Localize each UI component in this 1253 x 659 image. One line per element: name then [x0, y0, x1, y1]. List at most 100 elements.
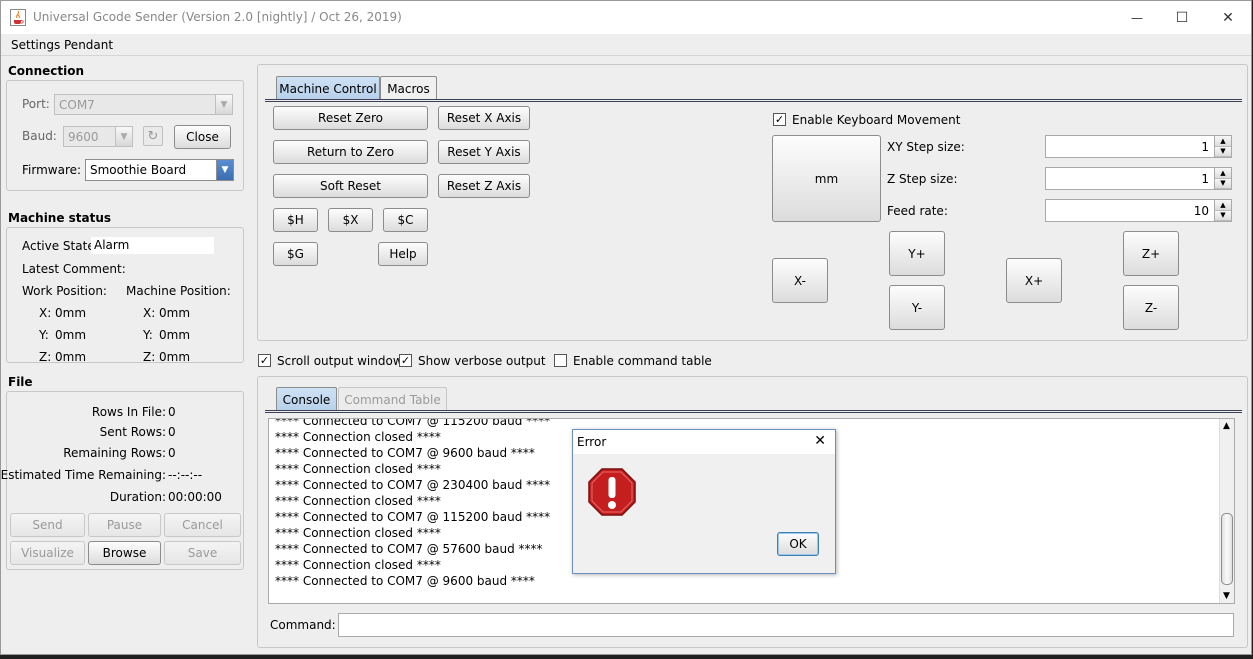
- dialog-title-bar: Error ✕: [573, 430, 835, 454]
- port-value: COM7: [59, 98, 95, 112]
- spinner-down-icon[interactable]: ▼: [1215, 178, 1231, 189]
- enable-keyboard-label: Enable Keyboard Movement: [792, 113, 961, 127]
- console-line: **** Connection closed ****: [275, 526, 441, 540]
- browse-button[interactable]: Browse: [88, 541, 161, 565]
- machine-status-title: Machine status: [8, 211, 112, 225]
- console-scrollbar[interactable]: ▲ ▼: [1219, 419, 1234, 603]
- scroll-up-icon[interactable]: ▲: [1223, 421, 1230, 431]
- tab-macros[interactable]: Macros: [380, 76, 437, 100]
- close-icon: ✕: [1222, 9, 1234, 26]
- reset-x-axis-button[interactable]: Reset X Axis: [438, 106, 530, 130]
- jog-z-plus-button[interactable]: Z+: [1123, 231, 1179, 276]
- verbose-output-checkbox[interactable]: ✓: [399, 354, 412, 367]
- jog-y-minus-button[interactable]: Y-: [889, 285, 945, 330]
- send-button[interactable]: Send: [10, 513, 85, 537]
- jog-z-minus-button[interactable]: Z-: [1123, 285, 1179, 330]
- active-state-label: Active State:: [22, 239, 99, 253]
- reset-zero-button[interactable]: Reset Zero: [273, 106, 428, 130]
- pause-button[interactable]: Pause: [88, 513, 161, 537]
- help-button[interactable]: Help: [378, 242, 428, 266]
- jog-x-plus-button[interactable]: X+: [1006, 258, 1062, 303]
- scroll-down-icon[interactable]: ▼: [1223, 591, 1230, 601]
- duration-label: Duration:: [109, 490, 166, 504]
- spinner-up-icon[interactable]: ▲: [1215, 136, 1231, 147]
- return-to-zero-button[interactable]: Return to Zero: [273, 140, 428, 164]
- machine-position-label: Machine Position:: [126, 284, 231, 298]
- machine-status-panel: Active State: Alarm Latest Comment: Work…: [6, 227, 244, 364]
- spinner-up-icon[interactable]: ▲: [1215, 200, 1231, 211]
- port-select[interactable]: COM7 ▼: [54, 94, 233, 115]
- machine-y-value: 0mm: [159, 328, 191, 342]
- feed-rate-spinner[interactable]: 10 ▲ ▼: [1045, 199, 1232, 222]
- unlock-command-button[interactable]: $X: [328, 208, 373, 232]
- main-window: Universal Gcode Sender (Version 2.0 [nig…: [0, 0, 1252, 655]
- baud-label: Baud:: [22, 129, 57, 143]
- refresh-icon[interactable]: ↻: [143, 126, 163, 146]
- firmware-label: Firmware:: [22, 163, 82, 177]
- command-table-label: Enable command table: [573, 354, 712, 368]
- check-command-button[interactable]: $C: [383, 208, 428, 232]
- reset-y-axis-button[interactable]: Reset Y Axis: [438, 140, 530, 164]
- window-title: Universal Gcode Sender (Version 2.0 [nig…: [33, 10, 402, 24]
- console-line: **** Connected to COM7 @ 115200 baud ***…: [275, 418, 551, 428]
- rows-in-file-label: Rows In File:: [91, 405, 166, 419]
- work-position-label: Work Position:: [22, 284, 107, 298]
- latest-comment-label: Latest Comment:: [22, 262, 126, 276]
- error-icon: [588, 468, 636, 516]
- z-step-label: Z Step size:: [887, 172, 958, 186]
- minimize-button[interactable]: —: [1114, 1, 1160, 34]
- save-button[interactable]: Save: [164, 541, 241, 565]
- cancel-button[interactable]: Cancel: [164, 513, 241, 537]
- minimize-icon: —: [1131, 10, 1143, 25]
- close-connection-button[interactable]: Close: [174, 125, 231, 149]
- spinner-up-icon[interactable]: ▲: [1215, 168, 1231, 179]
- home-command-button[interactable]: $H: [273, 208, 318, 232]
- command-table-checkbox[interactable]: [554, 354, 567, 367]
- console-line: **** Connection closed ****: [275, 430, 441, 444]
- tab-command-table[interactable]: Command Table: [338, 387, 447, 411]
- scroll-output-checkbox[interactable]: ✓: [258, 354, 271, 367]
- console-line: **** Connected to COM7 @ 230400 baud ***…: [275, 478, 551, 492]
- baud-select[interactable]: 9600 ▼: [63, 126, 133, 147]
- spinner-down-icon[interactable]: ▼: [1215, 146, 1231, 157]
- units-toggle-button[interactable]: mm: [772, 135, 881, 222]
- feed-rate-label: Feed rate:: [887, 204, 948, 218]
- visualize-button[interactable]: Visualize: [10, 541, 85, 565]
- spinner-down-icon[interactable]: ▼: [1215, 210, 1231, 221]
- firmware-select[interactable]: Smoothie Board ▼: [85, 159, 234, 181]
- jog-x-minus-button[interactable]: X-: [772, 258, 828, 303]
- reset-z-axis-button[interactable]: Reset Z Axis: [438, 174, 530, 198]
- work-x-value: 0mm: [55, 306, 87, 320]
- z-step-spinner[interactable]: 1 ▲ ▼: [1045, 167, 1232, 190]
- java-app-icon: [10, 9, 26, 26]
- menu-bar: Settings Pendant: [1, 34, 1251, 56]
- sent-rows-value: 0: [168, 425, 176, 439]
- scroll-output-label: Scroll output window: [277, 354, 403, 368]
- work-z-value: 0mm: [55, 350, 87, 364]
- enable-keyboard-checkbox[interactable]: ✓: [773, 113, 786, 126]
- feed-rate-value: 10: [1193, 204, 1209, 218]
- active-state-value: Alarm: [91, 237, 214, 254]
- console-line: **** Connected to COM7 @ 9600 baud ****: [275, 446, 535, 460]
- tab-console[interactable]: Console: [276, 387, 337, 411]
- work-x-label: X:: [39, 306, 52, 320]
- duration-value: 00:00:00: [168, 490, 222, 504]
- machine-x-value: 0mm: [159, 306, 191, 320]
- ok-button[interactable]: OK: [777, 532, 819, 556]
- soft-reset-button[interactable]: Soft Reset: [273, 174, 428, 198]
- scrollbar-thumb[interactable]: [1221, 513, 1233, 585]
- menu-settings[interactable]: Settings: [11, 38, 60, 52]
- xy-step-spinner[interactable]: 1 ▲ ▼: [1045, 135, 1232, 158]
- gcode-state-button[interactable]: $G: [273, 242, 318, 266]
- command-input[interactable]: [338, 613, 1234, 637]
- close-icon[interactable]: ✕: [814, 433, 826, 449]
- remaining-rows-label: Remaining Rows:: [63, 446, 166, 460]
- command-label: Command:: [270, 618, 336, 632]
- machine-control-panel: Machine Control Macros Reset Zero Return…: [257, 64, 1248, 341]
- baud-value: 9600: [68, 130, 99, 144]
- tab-machine-control[interactable]: Machine Control: [276, 76, 380, 100]
- maximize-button[interactable]: ☐: [1159, 1, 1205, 34]
- close-window-button[interactable]: ✕: [1205, 1, 1251, 34]
- jog-y-plus-button[interactable]: Y+: [889, 231, 945, 276]
- menu-pendant[interactable]: Pendant: [64, 38, 113, 52]
